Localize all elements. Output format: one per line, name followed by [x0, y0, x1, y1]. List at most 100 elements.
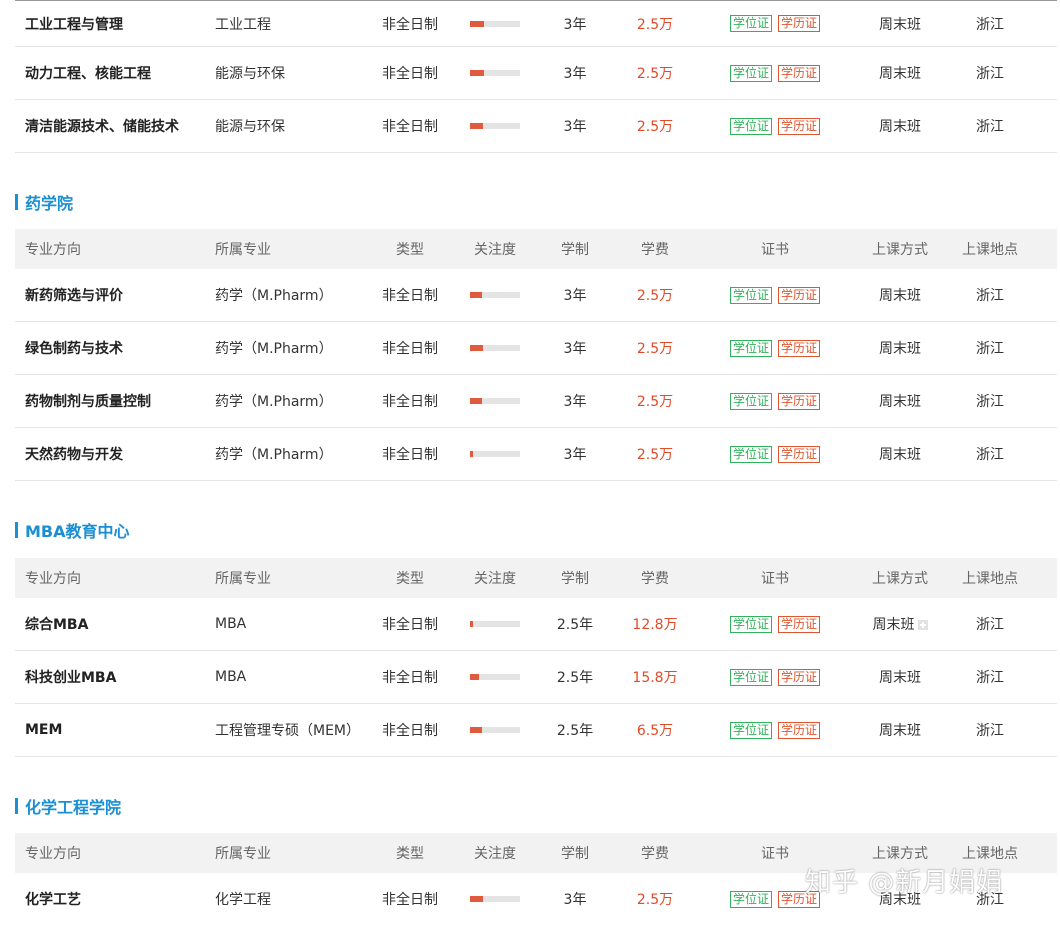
attention-bar [470, 70, 520, 76]
section-title-text: 药学院 [25, 194, 74, 213]
certificate-cell: 学位证 学历证 [700, 15, 850, 32]
attention-bar [470, 451, 520, 457]
attention-bar [470, 896, 520, 902]
mode-cell: 周末班 [850, 116, 950, 136]
section-title-mba: MBA教育中心 [15, 520, 130, 541]
attention-cell [450, 118, 540, 134]
direction-cell[interactable]: 化学工艺 [15, 889, 205, 909]
attention-cell [450, 393, 540, 409]
table-row[interactable]: 动力工程、核能工程 能源与环保 非全日制 3年 2.5万 学位证 学历证 周末班 浙江 [15, 47, 1057, 100]
attention-bar [470, 727, 520, 733]
location-cell: 浙江 [976, 66, 1004, 82]
fee-cell: 15.8万 [632, 670, 678, 686]
major-cell: 工程管理专硕（MEM） [215, 723, 361, 739]
table-row[interactable]: 绿色制药与技术 药学（M.Pharm） 非全日制 3年 2.5万 学位证 学历证 周末班 浙江 [15, 322, 1057, 375]
direction-cell[interactable]: 新药筛选与评价 [15, 285, 205, 305]
mode-cell: 周末班 [850, 444, 950, 464]
degree-badge: 学位证 [729, 392, 772, 410]
type-cell: 非全日制 [382, 119, 438, 135]
major-cell: 能源与环保 [215, 66, 285, 82]
mode-text: 周末班 [879, 394, 921, 410]
header-major: 所属专业 [215, 571, 271, 587]
section-2: 专业方向 所属专业 类型 关注度 学制 学费 证书 上课方式 上课地点 综合MBA MBA 非全日制 2… [15, 558, 1057, 757]
certificate-cell: 学位证 学历证 [700, 615, 850, 633]
duration-cell: 3年 [563, 288, 587, 304]
header-fee: 学费 [641, 571, 669, 587]
certificate-cell: 学位证 学历证 [700, 64, 850, 82]
type-cell: 非全日制 [382, 16, 438, 33]
diploma-badge: 学历证 [778, 339, 821, 357]
direction-cell[interactable]: 绿色制药与技术 [15, 338, 205, 358]
direction-cell[interactable]: 动力工程、核能工程 [15, 63, 205, 83]
type-cell: 非全日制 [382, 288, 438, 304]
mode-text: 周末班 [879, 66, 921, 82]
fee-cell: 2.5万 [636, 394, 674, 410]
mode-text: 周末班 [879, 447, 921, 463]
table-row[interactable]: 科技创业MBA MBA 非全日制 2.5年 15.8万 学位证 学历证 周末班 浙江 [15, 651, 1057, 704]
direction-cell[interactable]: 科技创业MBA [15, 667, 205, 687]
attention-cell [450, 287, 540, 303]
header-mode: 上课方式 [872, 242, 928, 258]
degree-badge: 学位证 [729, 339, 772, 357]
direction-cell[interactable]: 天然药物与开发 [15, 444, 205, 464]
type-cell: 非全日制 [382, 66, 438, 82]
table-header: 专业方向 所属专业 类型 关注度 学制 学费 证书 上课方式 上课地点 [15, 229, 1057, 269]
duration-cell: 3年 [563, 119, 587, 135]
major-cell: 药学（M.Pharm） [215, 341, 333, 357]
mode-text: 周末班 [879, 16, 921, 33]
table-header: 专业方向 所属专业 类型 关注度 学制 学费 证书 上课方式 上课地点 [15, 833, 1057, 873]
mode-text: 周末班 [879, 341, 921, 357]
section-title-pharmacy: 药学院 [15, 192, 74, 213]
header-attention: 关注度 [474, 846, 516, 862]
major-cell: 药学（M.Pharm） [215, 447, 333, 463]
mode-text: 周末班 [872, 617, 915, 633]
header-direction: 专业方向 [25, 242, 81, 258]
header-direction: 专业方向 [25, 846, 81, 862]
section-marker [15, 522, 18, 538]
duration-cell: 3年 [563, 341, 587, 357]
header-type: 类型 [396, 846, 424, 862]
fee-cell: 2.5万 [636, 16, 674, 33]
direction-cell[interactable]: 药物制剂与质量控制 [15, 391, 205, 411]
table-row[interactable]: 化学工艺 化学工程 非全日制 3年 2.5万 学位证 学历证 周末班 浙江 [15, 873, 1057, 925]
table-row[interactable]: 工业工程与管理 工业工程 非全日制 3年 2.5万 学位证 学历证 周末班 浙江 [15, 0, 1057, 47]
attention-bar-fill [470, 451, 473, 457]
header-direction: 专业方向 [25, 571, 81, 587]
plus-icon[interactable] [917, 620, 928, 630]
diploma-badge: 学历证 [778, 392, 821, 410]
type-cell: 非全日制 [382, 394, 438, 410]
diploma-badge: 学历证 [778, 64, 821, 82]
table-row[interactable]: 综合MBA MBA 非全日制 2.5年 12.8万 学位证 学历证 周末班 浙江 [15, 598, 1057, 651]
attention-cell [450, 446, 540, 462]
location-cell: 浙江 [976, 341, 1004, 357]
header-mode: 上课方式 [872, 846, 928, 862]
mode-cell: 周末班 [850, 63, 950, 83]
table-row[interactable]: 新药筛选与评价 药学（M.Pharm） 非全日制 3年 2.5万 学位证 学历证 周末班 浙江 [15, 269, 1057, 322]
degree-badge: 学位证 [729, 15, 772, 32]
attention-cell [450, 340, 540, 356]
type-cell: 非全日制 [382, 892, 438, 908]
type-cell: 非全日制 [382, 723, 438, 739]
duration-cell: 2.5年 [556, 617, 594, 633]
direction-cell[interactable]: MEM [15, 722, 205, 738]
table-row[interactable]: 药物制剂与质量控制 药学（M.Pharm） 非全日制 3年 2.5万 学位证 学历证 周末班 浙… [15, 375, 1057, 428]
attention-bar [470, 398, 520, 404]
location-cell: 浙江 [976, 723, 1004, 739]
attention-bar [470, 20, 520, 27]
header-major: 所属专业 [215, 242, 271, 258]
duration-cell: 2.5年 [556, 670, 594, 686]
direction-cell[interactable]: 清洁能源技术、储能技术 [15, 116, 205, 136]
direction-cell[interactable]: 综合MBA [15, 614, 205, 634]
location-cell: 浙江 [976, 288, 1004, 304]
attention-cell [450, 669, 540, 685]
table-row[interactable]: 清洁能源技术、储能技术 能源与环保 非全日制 3年 2.5万 学位证 学历证 周末班 浙江 [15, 100, 1057, 153]
major-cell: 药学（M.Pharm） [215, 288, 333, 304]
direction-cell[interactable]: 工业工程与管理 [15, 14, 205, 34]
table-row[interactable]: 天然药物与开发 药学（M.Pharm） 非全日制 3年 2.5万 学位证 学历证 周末班 浙江 [15, 428, 1057, 481]
attention-bar [470, 123, 520, 129]
table-row[interactable]: MEM 工程管理专硕（MEM） 非全日制 2.5年 6.5万 学位证 学历证 周末班 浙江 [15, 704, 1057, 757]
diploma-badge: 学历证 [778, 890, 821, 908]
certificate-cell: 学位证 学历证 [700, 339, 850, 357]
duration-cell: 3年 [563, 394, 587, 410]
major-cell: 工业工程 [215, 16, 271, 33]
